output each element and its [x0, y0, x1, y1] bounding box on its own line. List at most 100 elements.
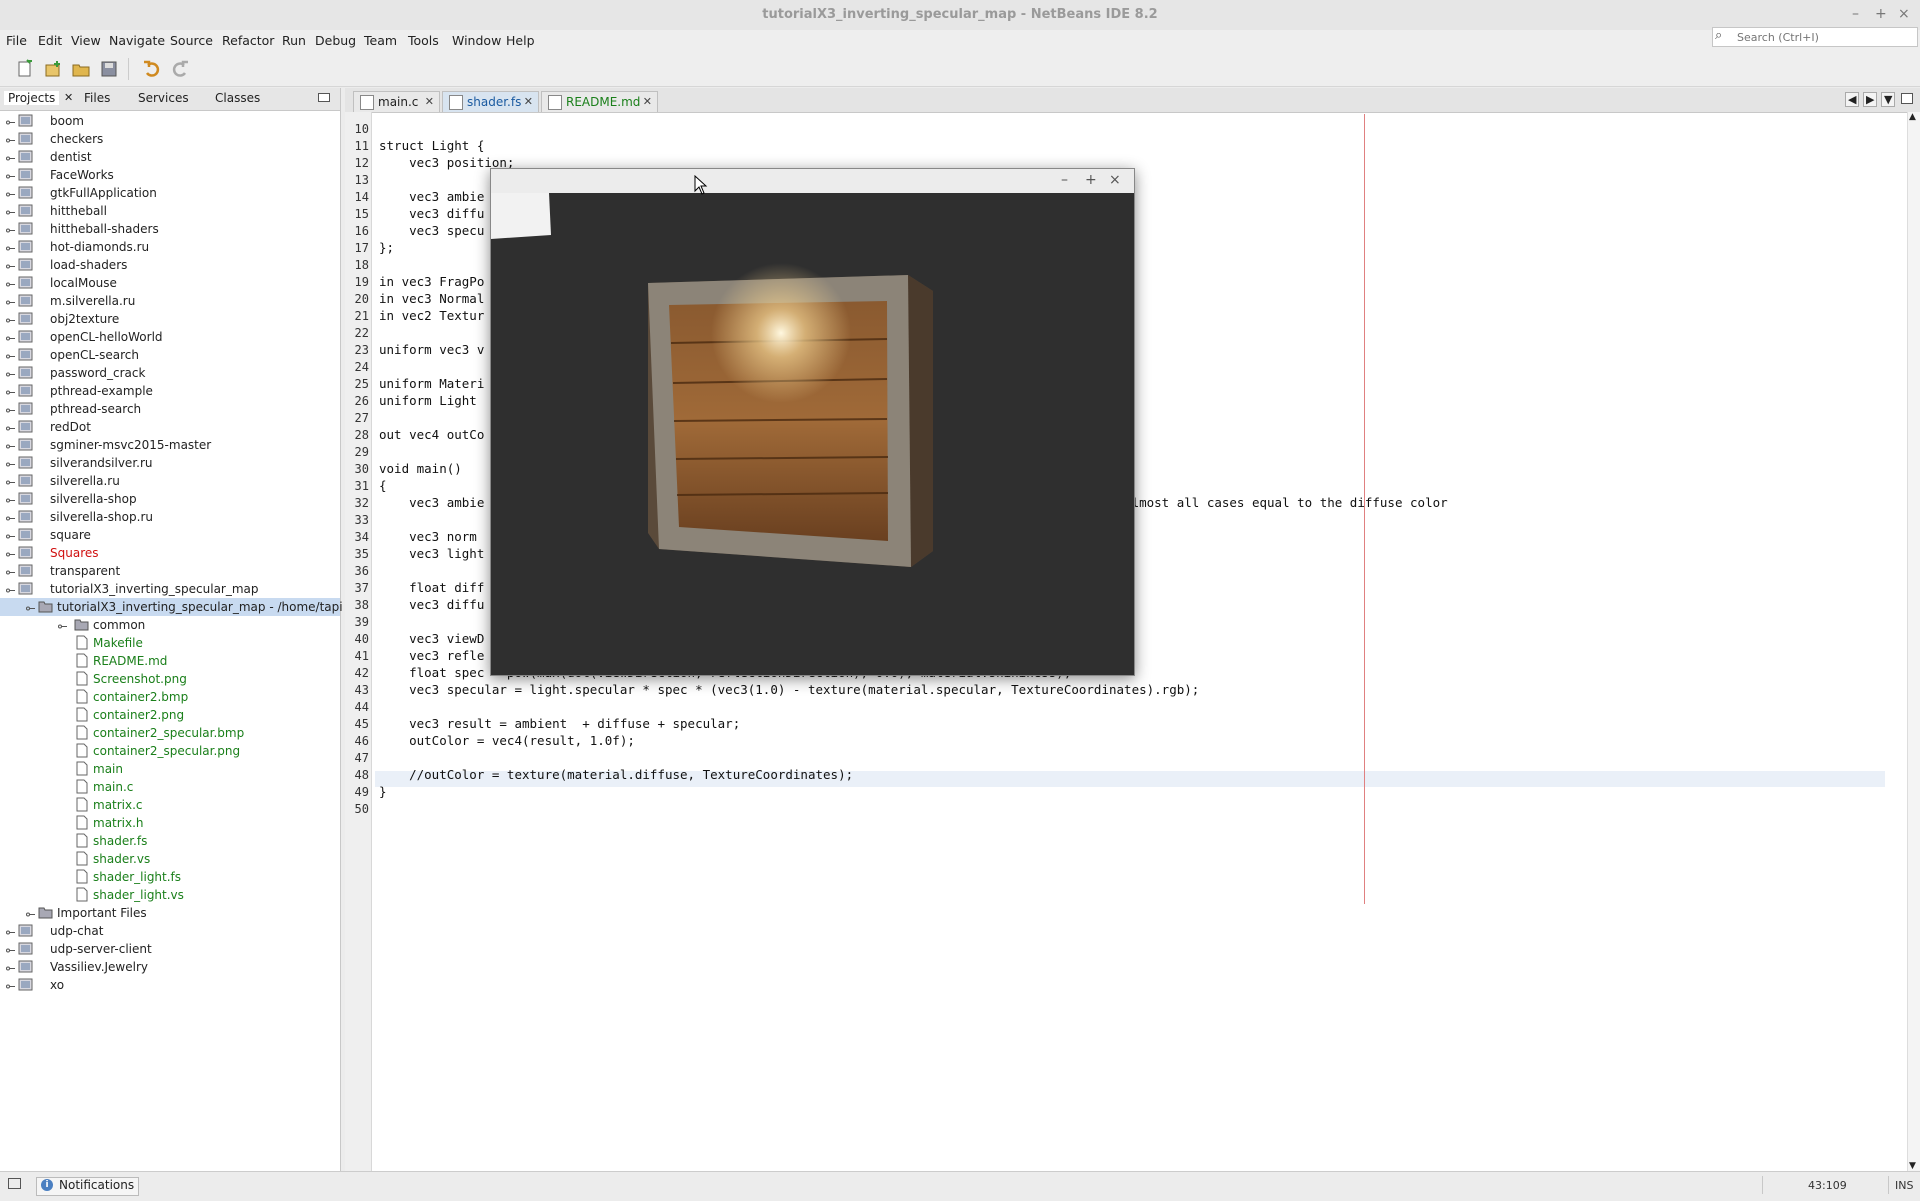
tree-item[interactable]: silverella-shop	[0, 490, 340, 508]
tree-item[interactable]: Important Files	[0, 904, 340, 922]
maximize-icon[interactable]: +	[1875, 6, 1887, 22]
code-line[interactable]: vec3 diffu	[379, 597, 484, 612]
code-line[interactable]: vec3 viewD	[379, 631, 484, 646]
new-file-icon[interactable]	[15, 59, 35, 79]
maximize-icon[interactable]: +	[1085, 172, 1097, 188]
expand-icon[interactable]	[6, 134, 15, 143]
expand-icon[interactable]	[6, 566, 15, 575]
code-line[interactable]: vec3 diffu	[379, 206, 484, 221]
expand-icon[interactable]	[6, 926, 15, 935]
expand-icon[interactable]	[6, 548, 15, 557]
tree-item[interactable]: udp-server-client	[0, 940, 340, 958]
expand-icon[interactable]	[6, 962, 15, 971]
expand-icon[interactable]	[6, 314, 15, 323]
tree-item[interactable]: localMouse	[0, 274, 340, 292]
code-line[interactable]: in vec2 Textur	[379, 308, 484, 323]
minimize-panel-icon[interactable]	[318, 93, 330, 102]
tree-item[interactable]: README.md	[0, 652, 340, 670]
tree-item[interactable]: hittheball	[0, 202, 340, 220]
expand-icon[interactable]	[6, 512, 15, 521]
code-line[interactable]: vec3 light	[379, 546, 484, 561]
tree-item[interactable]: container2.png	[0, 706, 340, 724]
tree-item[interactable]: pthread-search	[0, 400, 340, 418]
expand-icon[interactable]	[6, 386, 15, 395]
editor-scrollbar[interactable]: ▲ ▼	[1907, 112, 1920, 1171]
opengl-preview-window[interactable]: – + ×	[490, 168, 1135, 676]
menu-window[interactable]: Window	[452, 33, 501, 48]
tree-item[interactable]: shader.fs	[0, 832, 340, 850]
expand-icon[interactable]	[6, 350, 15, 359]
tree-item[interactable]: shader_light.fs	[0, 868, 340, 886]
new-project-icon[interactable]	[43, 59, 63, 79]
menu-team[interactable]: Team	[364, 33, 397, 48]
tree-item[interactable]: pthread-example	[0, 382, 340, 400]
expand-icon[interactable]	[6, 242, 15, 251]
menu-tools[interactable]: Tools	[408, 33, 439, 48]
notifications-button[interactable]: i Notifications	[36, 1177, 140, 1196]
code-line[interactable]: uniform vec3 v	[379, 342, 484, 357]
scroll-right-icon[interactable]: ▶	[1863, 92, 1878, 107]
tree-item[interactable]: boom	[0, 112, 340, 130]
menu-navigate[interactable]: Navigate	[109, 33, 165, 48]
tree-item[interactable]: dentist	[0, 148, 340, 166]
code-line[interactable]: vec3 result = ambient + diffuse + specul…	[379, 716, 740, 731]
scroll-down-icon[interactable]: ▼	[1909, 1161, 1916, 1171]
expand-icon[interactable]	[6, 458, 15, 467]
code-line[interactable]: void main()	[379, 461, 462, 476]
expand-icon[interactable]	[6, 422, 15, 431]
redo-icon[interactable]	[170, 59, 190, 79]
close-tab-icon[interactable]: ✕	[643, 95, 652, 108]
tree-item[interactable]: gtkFullApplication	[0, 184, 340, 202]
tree-item[interactable]: matrix.c	[0, 796, 340, 814]
tab-main-c[interactable]: main.c ✕	[353, 91, 440, 112]
tree-item[interactable]: Squares	[0, 544, 340, 562]
code-line[interactable]: {	[379, 478, 387, 493]
code-line[interactable]: outColor = vec4(result, 1.0f);	[379, 733, 635, 748]
tab-list-icon[interactable]: ▼	[1881, 92, 1896, 107]
tree-item[interactable]: redDot	[0, 418, 340, 436]
expand-icon[interactable]	[26, 908, 35, 917]
menu-edit[interactable]: Edit	[38, 33, 62, 48]
tree-item[interactable]: container2.bmp	[0, 688, 340, 706]
code-line[interactable]: uniform Materi	[379, 376, 484, 391]
tree-item[interactable]: tutorialX3_inverting_specular_map	[0, 580, 340, 598]
expand-icon[interactable]	[6, 260, 15, 269]
tree-item[interactable]: container2_specular.bmp	[0, 724, 340, 742]
menu-refactor[interactable]: Refactor	[222, 33, 274, 48]
expand-icon[interactable]	[6, 476, 15, 485]
quick-search[interactable]: ⌕	[1712, 27, 1918, 47]
tree-item[interactable]: matrix.h	[0, 814, 340, 832]
open-project-icon[interactable]	[71, 59, 91, 79]
expand-icon[interactable]	[6, 980, 15, 989]
menu-help[interactable]: Help	[506, 33, 535, 48]
code-line[interactable]: out vec4 outCo	[379, 427, 484, 442]
menu-run[interactable]: Run	[282, 33, 306, 48]
tree-item[interactable]: m.silverella.ru	[0, 292, 340, 310]
tree-item[interactable]: Vassiliev.Jewelry	[0, 958, 340, 976]
close-tab-icon[interactable]: ✕	[425, 95, 434, 108]
scroll-up-icon[interactable]: ▲	[1909, 112, 1916, 122]
tree-item[interactable]: silverandsilver.ru	[0, 454, 340, 472]
tree-item[interactable]: openCL-helloWorld	[0, 328, 340, 346]
close-icon[interactable]: ×	[1898, 6, 1910, 22]
expand-icon[interactable]	[6, 530, 15, 539]
code-line[interactable]: struct Light {	[379, 138, 484, 153]
tree-item[interactable]: Screenshot.png	[0, 670, 340, 688]
tree-item[interactable]: hot-diamonds.ru	[0, 238, 340, 256]
expand-icon[interactable]	[6, 494, 15, 503]
tree-item[interactable]: FaceWorks	[0, 166, 340, 184]
save-all-icon[interactable]	[99, 59, 119, 79]
expand-icon[interactable]	[6, 206, 15, 215]
tree-item[interactable]: checkers	[0, 130, 340, 148]
search-input[interactable]	[1735, 29, 1915, 46]
tree-item[interactable]: obj2texture	[0, 310, 340, 328]
tree-item[interactable]: password_crack	[0, 364, 340, 382]
menu-view[interactable]: View	[71, 33, 101, 48]
close-tab-icon[interactable]: ✕	[524, 95, 533, 108]
expand-icon[interactable]	[6, 404, 15, 413]
tree-item[interactable]: common	[0, 616, 340, 634]
expand-icon[interactable]	[6, 440, 15, 449]
code-line[interactable]: }	[379, 784, 387, 799]
collapse-icon[interactable]	[26, 602, 35, 611]
tab-services[interactable]: Services	[138, 91, 189, 105]
